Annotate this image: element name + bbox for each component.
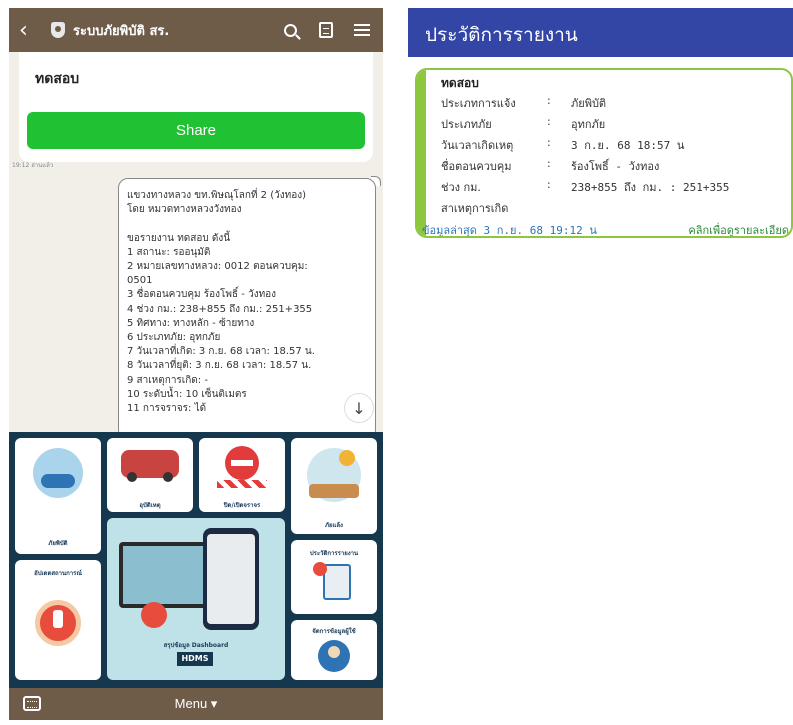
barrier-shape xyxy=(217,480,267,488)
sun-shape xyxy=(339,450,355,466)
row-value: อุทกภัย xyxy=(571,118,606,131)
shared-card: ทดสอบ Share xyxy=(19,52,373,162)
report-title: ทดสอบ xyxy=(441,76,479,90)
tile-manage-users[interactable]: จัดการข้อมูลผู้ใช้ xyxy=(291,620,377,680)
chat-screen: ‹ ระบบภัยพิบัติ สร. ทดสอบ Share 19:12 อ่… xyxy=(9,8,383,720)
message-line: 0501 xyxy=(127,275,153,287)
page-title: ประวัติการรายงาน xyxy=(408,8,793,57)
row-colon: : xyxy=(547,115,551,128)
phone-shape xyxy=(203,528,259,630)
search-icon[interactable] xyxy=(279,19,301,41)
last-updated: ข้อมูลล่าสุด 3 ก.ย. 68 19:12 น xyxy=(422,224,597,237)
message-line: 6 ประเภทภัย: อุทกภัย xyxy=(127,332,221,344)
message-line: แขวงทางหลวง ขท.พิษณุโลกที่ 2 (วังทอง) xyxy=(127,190,306,201)
message-line: 3 ชื่อตอนควบคุม ร้องโพธิ์ - วังทอง xyxy=(127,289,277,301)
chat-title: ระบบภัยพิบัติ สร. xyxy=(73,23,170,39)
menu-toggle[interactable]: Menu ▾ xyxy=(9,696,383,712)
phone-screen xyxy=(207,534,255,624)
tile-accident[interactable]: อุบัติเหตุ xyxy=(107,438,193,512)
tile-label: ปิด/เปิดจราจร xyxy=(223,502,261,509)
message-line: ขอรายงาน ทดสอบ ดังนี้ xyxy=(127,232,231,244)
row-label: ประเภทภัย xyxy=(441,118,492,131)
scroll-down-icon[interactable]: ↓ xyxy=(344,393,374,423)
tile-label: จัดการข้อมูลผู้ใช้ xyxy=(312,628,356,635)
row-colon: : xyxy=(547,94,551,107)
wheel-shape xyxy=(127,472,137,482)
tile-road-closed[interactable]: ปิด/เปิดจราจร xyxy=(199,438,285,512)
row-colon: : xyxy=(547,136,551,149)
tile-label: สรุปข้อมูล Dashboard xyxy=(163,642,229,649)
bar-shape xyxy=(231,460,253,466)
message-line: 9 สาเหตุการเกิด: - xyxy=(127,374,208,386)
message-line: 10 ระดับน้ำ: 10 เซ็นติเมตร xyxy=(127,388,247,400)
head-shape xyxy=(328,646,340,658)
bottom-bar: Menu ▾ xyxy=(9,688,383,720)
row-label: สาเหตุการเกิด xyxy=(441,202,509,215)
dashboard-map-icon xyxy=(119,542,209,608)
row-value: 3 ก.ย. 68 18:57 น xyxy=(571,139,685,152)
message-line: 8 วันเวลาที่ยุติ: 3 ก.ย. 68 เวลา: 18.57 … xyxy=(127,360,312,372)
row-value: ร้องโพธิ์ - วังทอง xyxy=(571,160,660,173)
card-accent-stripe xyxy=(417,70,426,236)
tile-disaster[interactable]: ภัยพิบัติ xyxy=(15,438,101,554)
message-read-time: 19:12 อ่านแล้ว xyxy=(12,162,54,169)
hamburger-menu-icon[interactable] xyxy=(351,19,373,41)
row-value: 238+855 ถึง กม. : 251+355 xyxy=(571,181,730,194)
message-line: 2 หมายเลขทางหลวง: 0012 ตอนควบคุม: xyxy=(127,261,308,273)
message-line xyxy=(127,217,367,231)
tile-label: อัปเดตสถานการณ์ xyxy=(34,570,82,577)
disaster-flood-icon xyxy=(33,448,83,498)
rich-menu: ภัยพิบัติ อุบัติเหตุ ปิด/เปิดจราจร ภัยแล… xyxy=(9,432,383,688)
message-line: 1 สถานะ: รออนุมัติ xyxy=(127,246,211,258)
back-icon[interactable]: ‹ xyxy=(19,18,41,43)
row-value: ภัยพิบัติ xyxy=(571,97,607,110)
view-details-link[interactable]: คลิกเพื่อดูรายละเอียด xyxy=(688,221,789,236)
message-line: 7 วันเวลาที่เกิด: 3 ก.ย. 68 เวลา: 18.57 … xyxy=(127,346,315,358)
tile-label: ภัยแล้ง xyxy=(325,522,343,529)
cracked-ground-shape xyxy=(309,484,359,498)
card-title: ทดสอบ xyxy=(35,71,80,87)
tile-report-history[interactable]: ประวัติการรายงาน xyxy=(291,540,377,614)
tile-dashboard[interactable]: สรุปข้อมูล Dashboard HDMS xyxy=(107,518,285,680)
wave-shape xyxy=(41,474,75,488)
share-button[interactable]: Share xyxy=(27,112,365,149)
tile-label: ประวัติการรายงาน xyxy=(309,550,359,557)
exclamation-shape xyxy=(53,610,63,628)
clock-shape xyxy=(313,562,327,576)
message-line: โดย หมวดทางหลวงวังทอง xyxy=(127,204,242,216)
report-history-icon xyxy=(323,564,351,600)
row-label: ช่วง กม. xyxy=(441,181,481,194)
wheel-shape xyxy=(163,472,173,482)
tile-label: อุบัติเหตุ xyxy=(139,502,161,509)
row-label: วันเวลาเกิดเหตุ xyxy=(441,139,514,152)
message-line: 5 ทิศทาง: ทางหลัก - ซ้ายทาง xyxy=(127,317,255,329)
message-line: 11 การจราจร: ได้ xyxy=(127,403,207,415)
notes-icon[interactable] xyxy=(315,19,337,41)
message-line: 4 ช่วง กม.: 238+855 ถึง กม.: 251+355 xyxy=(127,303,313,315)
pin-shape xyxy=(141,602,167,628)
tile-label: ภัยพิบัติ xyxy=(48,540,68,547)
hdms-logo: HDMS xyxy=(177,652,213,666)
top-bar: ‹ ระบบภัยพิบัติ สร. xyxy=(9,8,383,52)
tile-update-situation[interactable]: อัปเดตสถานการณ์ xyxy=(15,560,101,680)
row-colon: : xyxy=(547,157,551,170)
message-bubble: แขวงทางหลวง ขท.พิษณุโลกที่ 2 (วังทอง) โด… xyxy=(118,178,376,440)
row-label: ชื่อตอนควบคุม xyxy=(441,160,512,173)
shield-icon xyxy=(51,22,65,38)
tile-drought[interactable]: ภัยแล้ง xyxy=(291,438,377,534)
map-screen xyxy=(123,546,205,604)
row-colon: : xyxy=(547,178,551,191)
report-card[interactable]: ทดสอบ ประเภทการแจ้ง : ภัยพิบัติ ประเภทภั… xyxy=(415,68,793,238)
row-label: ประเภทการแจ้ง xyxy=(441,97,516,110)
